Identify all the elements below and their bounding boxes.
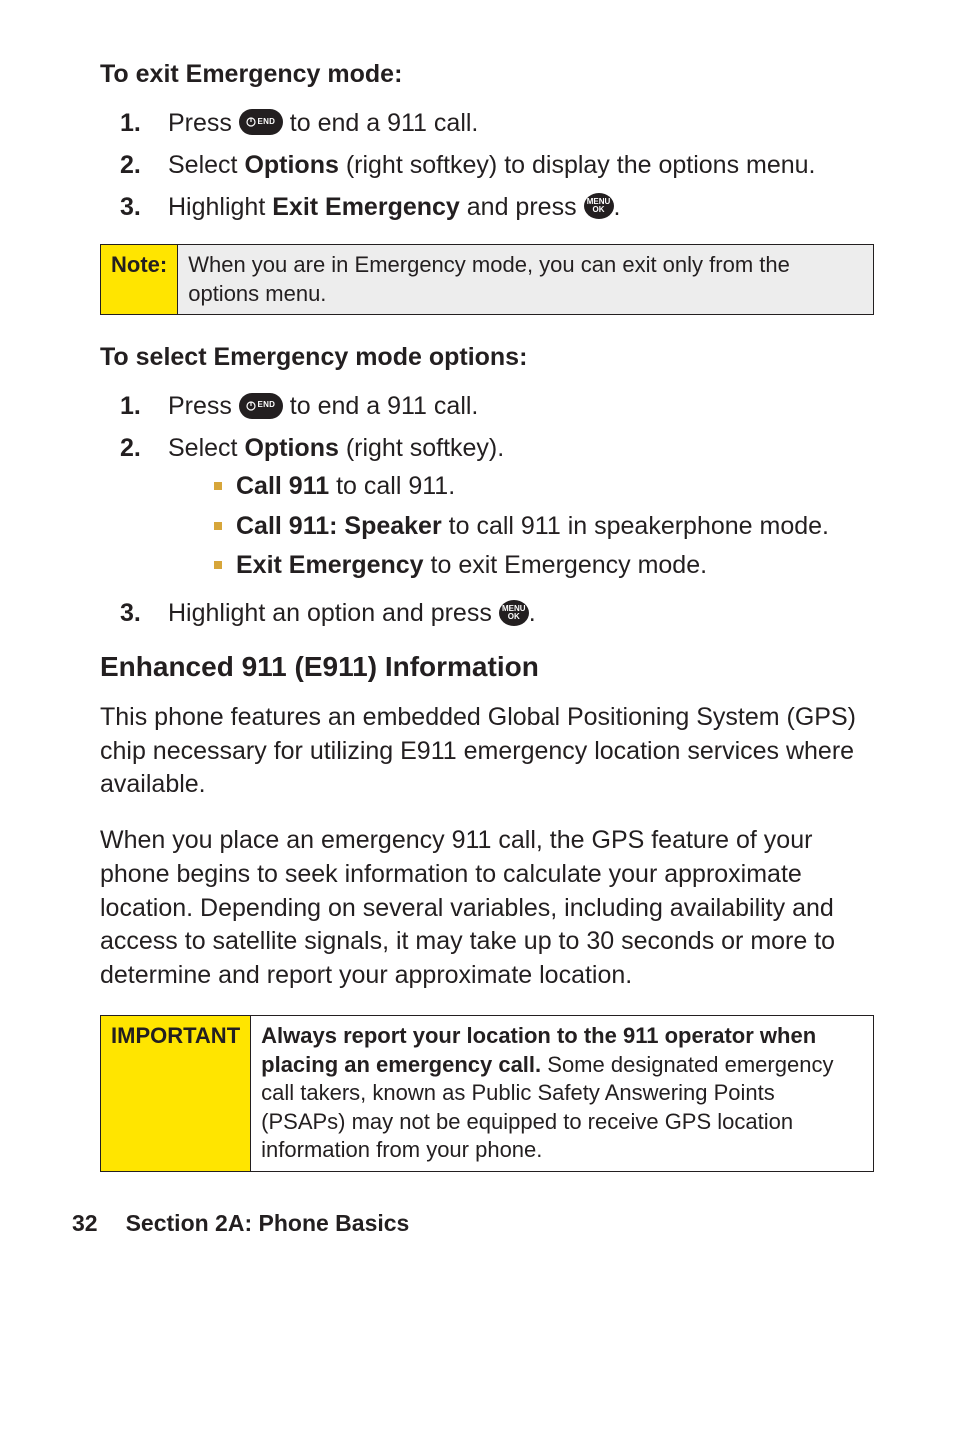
- step-number: 2.: [100, 149, 168, 183]
- note-box: Note: When you are in Emergency mode, yo…: [100, 244, 874, 315]
- end-key-icon: END: [239, 109, 283, 135]
- call-911-speaker-label: Call 911: Speaker: [236, 512, 442, 540]
- step-1: 1. Press END to end a 911 call.: [100, 107, 874, 141]
- exit-emergency-label: Exit Emergency: [272, 193, 460, 221]
- options-sublist: Call 911 to call 911. Call 911: Speaker …: [168, 470, 874, 583]
- note-body: When you are in Emergency mode, you can …: [178, 245, 874, 315]
- steps-select-options: 1. Press END to end a 911 call. 2. Selec…: [100, 390, 874, 631]
- heading-select-emergency-options: To select Emergency mode options:: [100, 343, 874, 372]
- step-1: 1. Press END to end a 911 call.: [100, 390, 874, 424]
- step-2: 2. Select Options (right softkey) to dis…: [100, 149, 874, 183]
- paragraph-gps-chip: This phone features an embedded Global P…: [100, 701, 874, 802]
- step-2: 2. Select Options (right softkey). Call …: [100, 432, 874, 589]
- menu-ok-key-icon: MENUOK: [499, 600, 529, 626]
- step-body: Select Options (right softkey) to displa…: [168, 149, 874, 183]
- list-item: Call 911 to call 911.: [168, 470, 874, 504]
- options-label: Options: [244, 434, 338, 462]
- step-body: Highlight an option and press MENUOK.: [168, 597, 874, 631]
- end-key-icon: END: [239, 393, 283, 419]
- steps-exit-emergency: 1. Press END to end a 911 call. 2. Selec…: [100, 107, 874, 224]
- step-number: 2.: [100, 432, 168, 466]
- step-number: 3.: [100, 597, 168, 631]
- step-3: 3. Highlight Exit Emergency and press ME…: [100, 191, 874, 225]
- bullet-icon: [214, 482, 222, 490]
- bullet-icon: [214, 522, 222, 530]
- step-body: Select Options (right softkey). Call 911…: [168, 432, 874, 589]
- step-number: 1.: [100, 107, 168, 141]
- page-footer: 32 Section 2A: Phone Basics: [72, 1210, 874, 1237]
- important-body: Always report your location to the 911 o…: [251, 1015, 874, 1171]
- list-item: Call 911: Speaker to call 911 in speaker…: [168, 510, 874, 544]
- menu-ok-key-icon: MENUOK: [584, 193, 614, 219]
- step-body: Highlight Exit Emergency and press MENUO…: [168, 191, 874, 225]
- section-heading-e911: Enhanced 911 (E911) Information: [100, 651, 874, 683]
- page-number: 32: [72, 1210, 98, 1236]
- options-label: Options: [244, 151, 338, 179]
- bullet-icon: [214, 561, 222, 569]
- step-body: Press END to end a 911 call.: [168, 107, 874, 141]
- exit-emergency-label: Exit Emergency: [236, 551, 424, 579]
- important-box: IMPORTANT Always report your location to…: [100, 1015, 874, 1172]
- step-number: 3.: [100, 191, 168, 225]
- important-label: IMPORTANT: [101, 1015, 251, 1171]
- step-number: 1.: [100, 390, 168, 424]
- list-item: Exit Emergency to exit Emergency mode.: [168, 549, 874, 583]
- page: To exit Emergency mode: 1. Press END to …: [0, 0, 954, 1277]
- heading-exit-emergency: To exit Emergency mode:: [100, 60, 874, 89]
- note-label: Note:: [101, 245, 178, 315]
- section-label: Section 2A: Phone Basics: [126, 1210, 410, 1236]
- paragraph-gps-timing: When you place an emergency 911 call, th…: [100, 824, 874, 993]
- step-3: 3. Highlight an option and press MENUOK.: [100, 597, 874, 631]
- call-911-label: Call 911: [236, 472, 329, 500]
- step-body: Press END to end a 911 call.: [168, 390, 874, 424]
